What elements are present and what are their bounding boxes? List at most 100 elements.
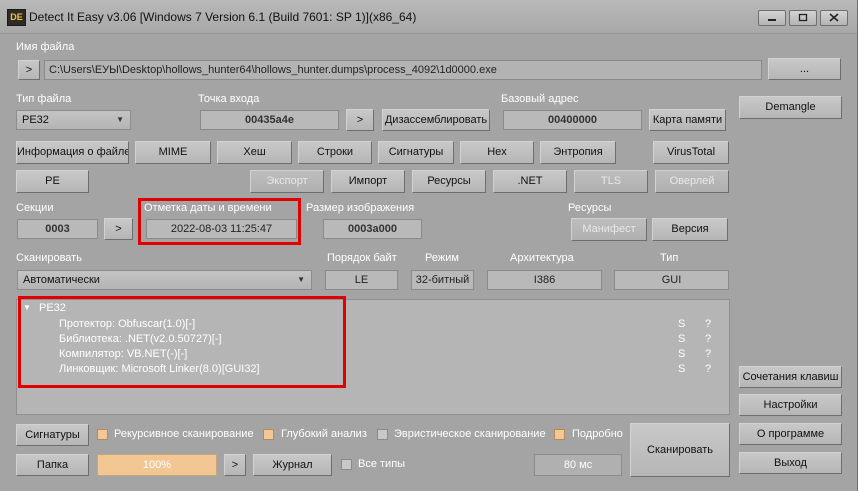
scan-results-tree[interactable]: ▼ PE32 Протектор: Obfuscar(1.0)[-] S ? Б…: [16, 299, 730, 415]
expand-arrow-icon[interactable]: ▼: [23, 303, 31, 312]
progress-value: 100%: [142, 459, 172, 471]
architecture-label: Архитектура: [510, 252, 574, 264]
result-item-compiler[interactable]: Компилятор: VB.NET(-)[-]: [59, 348, 187, 360]
hex-button[interactable]: Hex: [460, 141, 534, 164]
disassemble-button[interactable]: Дизассемблировать: [382, 109, 490, 131]
title-bar: DE Detect It Easy v3.06 [Windows 7 Versi…: [0, 0, 857, 34]
entry-point-nav-button[interactable]: >: [346, 109, 374, 131]
main-window: DE Detect It Easy v3.06 [Windows 7 Versi…: [0, 0, 858, 491]
byte-order-field[interactable]: LE: [325, 270, 398, 290]
mode-field[interactable]: 32-битный: [411, 270, 474, 290]
file-nav-button[interactable]: >: [18, 60, 40, 80]
shortcuts-button[interactable]: Сочетания клавиш: [739, 366, 842, 388]
result-item-library[interactable]: Библиотека: .NET(v2.0.50727)[-]: [59, 333, 222, 345]
entry-point-label: Точка входа: [198, 93, 260, 105]
demangle-button[interactable]: Demangle: [739, 96, 842, 119]
result-s-link[interactable]: S: [678, 333, 685, 345]
app-logo-icon: DE: [7, 9, 26, 26]
entropy-button[interactable]: Энтропия: [540, 141, 616, 164]
all-types-checkbox[interactable]: [341, 459, 352, 470]
image-size-field[interactable]: 0003a000: [323, 219, 422, 239]
mime-button[interactable]: MIME: [135, 141, 211, 164]
result-help-link[interactable]: ?: [705, 318, 711, 330]
verbose-label: Подробно: [572, 428, 623, 440]
export-button[interactable]: Экспорт: [250, 170, 324, 193]
minimize-button[interactable]: [758, 10, 786, 26]
byte-order-label: Порядок байт: [327, 252, 397, 264]
verbose-checkbox[interactable]: [554, 429, 565, 440]
version-button[interactable]: Версия: [652, 218, 728, 241]
exit-button[interactable]: Выход: [739, 452, 842, 474]
scan-mode-value: Автоматически: [23, 274, 100, 286]
result-item-protector[interactable]: Протектор: Obfuscar(1.0)[-]: [59, 318, 195, 330]
scan-mode-select[interactable]: Автоматически ▼: [17, 270, 312, 290]
deep-analysis-checkbox[interactable]: [263, 429, 274, 440]
import-button[interactable]: Импорт: [331, 170, 405, 193]
result-help-link[interactable]: ?: [705, 348, 711, 360]
type-field[interactable]: GUI: [614, 270, 729, 290]
file-type-label: Тип файла: [16, 93, 72, 105]
sections-nav-button[interactable]: >: [104, 218, 133, 240]
scan-button[interactable]: Сканировать: [630, 423, 730, 477]
settings-button[interactable]: Настройки: [739, 394, 842, 416]
browse-button[interactable]: ...: [768, 58, 841, 80]
memory-map-button[interactable]: Карта памяти: [649, 109, 726, 131]
signatures-button[interactable]: Сигнатуры: [16, 424, 89, 446]
heuristic-scan-label: Эвристическое сканирование: [394, 428, 546, 440]
manifest-button[interactable]: Манифест: [571, 218, 647, 241]
result-help-link[interactable]: ?: [705, 363, 711, 375]
close-icon: [829, 13, 839, 22]
file-type-value: PE32: [22, 114, 49, 126]
restore-button[interactable]: [789, 10, 817, 26]
result-s-link[interactable]: S: [678, 348, 685, 360]
strings-button[interactable]: Строки: [298, 141, 372, 164]
result-root-node[interactable]: PE32: [39, 302, 66, 314]
timestamp-field[interactable]: 2022-08-03 11:25:47: [146, 219, 297, 239]
folder-button[interactable]: Папка: [16, 454, 89, 476]
file-path-field[interactable]: C:\Users\ЕУЫ\Desktop\hollows_hunter64\ho…: [44, 60, 762, 80]
resources-toolbar-button[interactable]: Ресурсы: [412, 170, 486, 193]
overlay-button[interactable]: Оверлей: [655, 170, 729, 193]
mode-label: Режим: [425, 252, 459, 264]
progress-nav-button[interactable]: >: [224, 454, 246, 476]
close-button[interactable]: [820, 10, 848, 26]
scan-label: Сканировать: [16, 252, 82, 264]
restore-icon: [798, 13, 808, 22]
hash-button[interactable]: Хеш: [217, 141, 292, 164]
chevron-down-icon: ▼: [116, 115, 124, 124]
entry-point-field[interactable]: 00435a4e: [200, 110, 339, 130]
result-s-link[interactable]: S: [678, 318, 685, 330]
resources-label: Ресурсы: [568, 202, 612, 214]
pe-button[interactable]: PE: [16, 170, 89, 193]
result-s-link[interactable]: S: [678, 363, 685, 375]
file-name-label: Имя файла: [16, 41, 75, 53]
chevron-down-icon: ▼: [297, 275, 305, 284]
tls-button[interactable]: TLS: [574, 170, 648, 193]
timestamp-label: Отметка даты и времени: [144, 202, 272, 214]
scan-time-field: 80 мс: [534, 454, 622, 476]
minimize-icon: [768, 19, 776, 21]
sections-count-field[interactable]: 0003: [17, 219, 98, 239]
virustotal-button[interactable]: VirusTotal: [653, 141, 729, 164]
heuristic-scan-checkbox[interactable]: [377, 429, 388, 440]
recursive-scan-checkbox[interactable]: [97, 429, 108, 440]
base-address-field[interactable]: 00400000: [503, 110, 642, 130]
base-address-label: Базовый адрес: [501, 93, 579, 105]
all-types-label: Все типы: [358, 458, 406, 470]
image-size-label: Размер изображения: [306, 202, 415, 214]
signatures-toolbar-button[interactable]: Сигнатуры: [378, 141, 454, 164]
type-label: Тип: [660, 252, 679, 264]
about-button[interactable]: О программе: [739, 423, 842, 445]
file-type-select[interactable]: PE32 ▼: [16, 110, 131, 130]
result-help-link[interactable]: ?: [705, 333, 711, 345]
window-title: Detect It Easy v3.06 [Windows 7 Version …: [29, 10, 417, 24]
sections-label: Секции: [16, 202, 54, 214]
file-info-button[interactable]: Информация о файле: [16, 141, 129, 164]
scan-progress-bar: 100%: [97, 454, 217, 476]
log-button[interactable]: Журнал: [253, 454, 332, 476]
net-button[interactable]: .NET: [493, 170, 567, 193]
result-item-linker[interactable]: Линковщик: Microsoft Linker(8.0)[GUI32]: [59, 363, 260, 375]
deep-analysis-label: Глубокий анализ: [281, 428, 367, 440]
architecture-field[interactable]: I386: [487, 270, 602, 290]
recursive-scan-label: Рекурсивное сканирование: [114, 428, 254, 440]
